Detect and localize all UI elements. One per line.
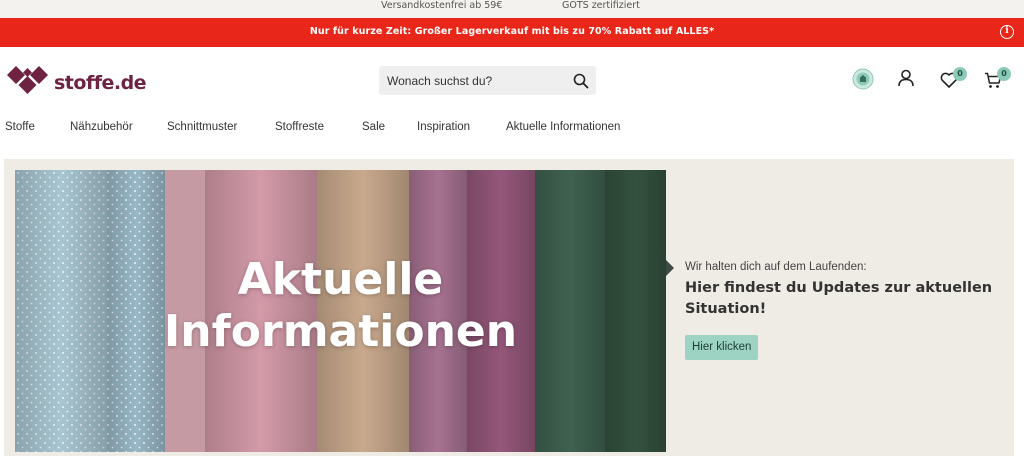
nav-item-aktuelle-informationen[interactable]: Aktuelle Informationen xyxy=(506,121,620,133)
logo[interactable]: stoffe.de xyxy=(5,64,147,96)
diy-badge-icon[interactable] xyxy=(852,68,874,90)
search-icon[interactable] xyxy=(573,73,589,89)
top-info-bar: Versandkostenfrei ab 59€ GOTS zertifizie… xyxy=(0,0,1024,18)
main-navigation: Stoffe Nähzubehör Schnittmuster Stoffres… xyxy=(0,113,1024,143)
cart-count-badge: 0 xyxy=(997,67,1011,81)
hero-text-block: Wir halten dich auf dem Laufenden: Hier … xyxy=(685,260,1005,360)
hero-kicker: Wir halten dich auf dem Laufenden: xyxy=(685,261,867,273)
hero-headline: Hier findest du Updates zur aktuellen Si… xyxy=(685,280,993,317)
search-input[interactable] xyxy=(379,66,559,95)
promo-text[interactable]: Nur für kurze Zeit: Großer Lagerverkauf … xyxy=(0,26,1024,37)
gots-certified-text: GOTS zertifiziert xyxy=(562,0,640,11)
hero-title-line-1: Aktuelle xyxy=(237,254,444,305)
wishlist-count-badge: 0 xyxy=(953,67,967,81)
info-icon[interactable]: i xyxy=(1000,25,1014,39)
hero-pointer-arrow xyxy=(666,260,674,276)
user-icon[interactable] xyxy=(897,69,915,87)
hero-title: Aktuelle Informationen xyxy=(15,254,666,358)
nav-item-sale[interactable]: Sale xyxy=(362,121,385,133)
hero-fabric-image[interactable]: Aktuelle Informationen xyxy=(15,170,666,452)
hero-banner: Aktuelle Informationen Wir halten dich a… xyxy=(4,159,1014,456)
nav-item-stoffreste[interactable]: Stoffreste xyxy=(275,121,324,133)
hier-klicken-button[interactable]: Hier klicken xyxy=(685,335,759,360)
site-header: stoffe.de 0 0 xyxy=(0,47,1024,113)
logo-mark-icon xyxy=(7,66,48,94)
nav-item-schnittmuster[interactable]: Schnittmuster xyxy=(167,121,237,133)
free-shipping-text: Versandkostenfrei ab 59€ xyxy=(381,0,503,11)
brand-name: stoffe.de xyxy=(54,71,147,94)
hero-title-line-2: Informationen xyxy=(163,306,518,357)
nav-item-naehzubehoer[interactable]: Nähzubehör xyxy=(70,121,133,133)
search-bar[interactable] xyxy=(379,66,596,95)
promo-banner[interactable]: Nur für kurze Zeit: Großer Lagerverkauf … xyxy=(0,18,1024,47)
nav-item-inspiration[interactable]: Inspiration xyxy=(417,121,470,133)
nav-item-stoffe[interactable]: Stoffe xyxy=(5,121,35,133)
